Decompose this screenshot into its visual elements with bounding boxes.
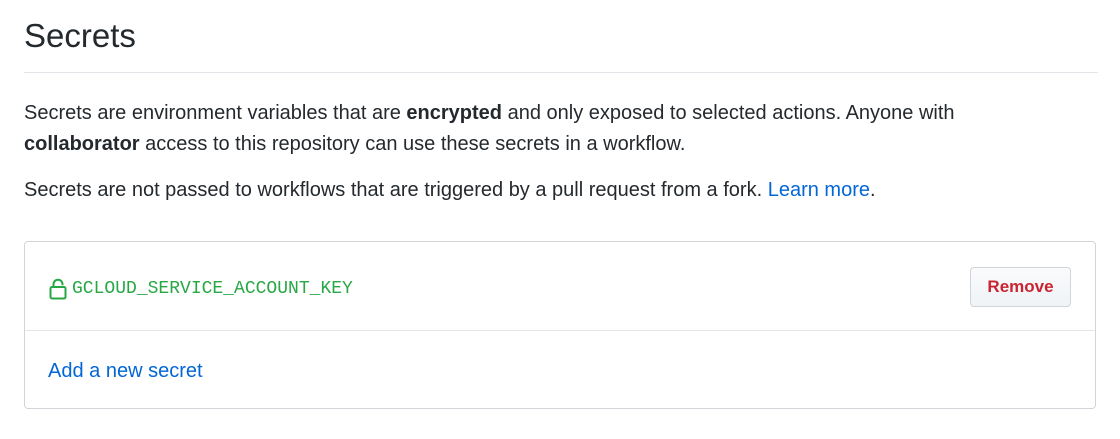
lock-icon <box>49 278 67 300</box>
title-divider <box>24 72 1098 73</box>
fork-notice-period: . <box>869 179 876 201</box>
page-title: Secrets <box>24 17 136 54</box>
add-secret-link[interactable]: Add a new secret <box>48 358 203 384</box>
fork-notice: Secrets are not passed to workflows that… <box>24 175 1098 206</box>
secret-row: GCLOUD_SERVICE_ACCOUNT_KEY Remove <box>25 242 1095 331</box>
description-text: and only exposed to selected actions. An… <box>502 102 955 124</box>
remove-button[interactable]: Remove <box>970 267 1071 307</box>
secret-name: GCLOUD_SERVICE_ACCOUNT_KEY <box>72 279 353 299</box>
learn-more-link[interactable]: Learn more <box>768 179 870 201</box>
description-bold-collaborator: collaborator <box>24 133 140 155</box>
description-text: access to this repository can use these … <box>139 133 686 155</box>
secrets-description: Secrets are environment variables that a… <box>24 98 1098 160</box>
description-bold-encrypted: encrypted <box>406 102 503 124</box>
description-text: Secrets are environment variables that a… <box>24 102 407 124</box>
fork-notice-text: Secrets are not passed to workflows that… <box>24 179 768 201</box>
